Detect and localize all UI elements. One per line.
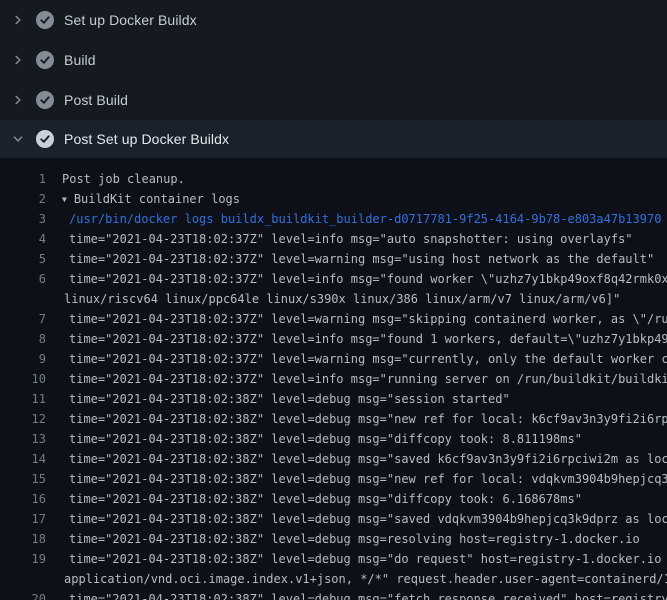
group-expand-triangle-icon: ▼ bbox=[62, 190, 67, 209]
step-label: Post Set up Docker Buildx bbox=[64, 131, 229, 147]
log-text: time="2021-04-23T18:02:37Z" level=info m… bbox=[69, 269, 667, 289]
line-number[interactable]: 3 bbox=[0, 209, 46, 229]
log-text: time="2021-04-23T18:02:37Z" level=info m… bbox=[69, 229, 633, 249]
log-row: 5 time="2021-04-23T18:02:37Z" level=warni… bbox=[0, 249, 667, 269]
line-number[interactable]: 17 bbox=[0, 509, 46, 529]
line-number[interactable]: 18 bbox=[0, 529, 46, 549]
log-row-continuation: linux/riscv64 linux/ppc64le linux/s390x … bbox=[0, 289, 667, 309]
chevron-right-icon bbox=[12, 54, 24, 66]
log-row: 1 Post job cleanup. bbox=[0, 169, 667, 189]
log-group-toggle: ▼ BuildKit container logs bbox=[62, 189, 240, 209]
line-number[interactable]: 8 bbox=[0, 329, 46, 349]
log-row: 19 time="2021-04-23T18:02:38Z" level=debu… bbox=[0, 549, 667, 569]
log-text: linux/riscv64 linux/ppc64le linux/s390x … bbox=[64, 289, 620, 309]
log-text: time="2021-04-23T18:02:38Z" level=debug … bbox=[69, 449, 667, 469]
log-row: 17 time="2021-04-23T18:02:38Z" level=debu… bbox=[0, 509, 667, 529]
line-number[interactable]: 10 bbox=[0, 369, 46, 389]
line-number[interactable]: 16 bbox=[0, 489, 46, 509]
log-text: time="2021-04-23T18:02:38Z" level=debug … bbox=[69, 549, 667, 569]
log-row: 11 time="2021-04-23T18:02:38Z" level=debu… bbox=[0, 389, 667, 409]
step-row-post-set-up-docker-buildx[interactable]: Post Set up Docker Buildx bbox=[0, 120, 667, 158]
line-number[interactable]: 14 bbox=[0, 449, 46, 469]
log-command-text: /usr/bin/docker logs buildx_buildkit_bui… bbox=[69, 209, 661, 229]
log-row: 7 time="2021-04-23T18:02:37Z" level=warni… bbox=[0, 309, 667, 329]
line-number[interactable]: 2 bbox=[0, 189, 46, 209]
log-row: 16 time="2021-04-23T18:02:38Z" level=debu… bbox=[0, 489, 667, 509]
success-check-circle-icon bbox=[36, 91, 54, 109]
chevron-right-icon bbox=[12, 94, 24, 106]
log-row: 3/usr/bin/docker logs buildx_buildkit_bu… bbox=[0, 209, 667, 229]
log-text: time="2021-04-23T18:02:38Z" level=debug … bbox=[69, 469, 667, 489]
log-row: 13 time="2021-04-23T18:02:38Z" level=debu… bbox=[0, 429, 667, 449]
log-text: time="2021-04-23T18:02:38Z" level=debug … bbox=[69, 589, 667, 600]
chevron-right-icon bbox=[12, 14, 24, 26]
line-number[interactable]: 13 bbox=[0, 429, 46, 449]
steps-list: Set up Docker Buildx Build Post Build Post … bbox=[0, 0, 667, 158]
log-row-continuation: application/vnd.oci.image.index.v1+json,… bbox=[0, 569, 667, 589]
step-label: Build bbox=[64, 52, 96, 68]
line-number[interactable]: 4 bbox=[0, 229, 46, 249]
log-text: time="2021-04-23T18:02:38Z" level=debug … bbox=[69, 529, 640, 549]
log-text: time="2021-04-23T18:02:38Z" level=debug … bbox=[69, 429, 582, 449]
log-row: 15 time="2021-04-23T18:02:38Z" level=debu… bbox=[0, 469, 667, 489]
log-row: 12 time="2021-04-23T18:02:38Z" level=debu… bbox=[0, 409, 667, 429]
line-number[interactable]: 20 bbox=[0, 589, 46, 600]
line-number[interactable]: 9 bbox=[0, 349, 46, 369]
success-check-circle-icon bbox=[36, 51, 54, 69]
line-number[interactable]: 19 bbox=[0, 549, 46, 569]
success-check-circle-icon bbox=[36, 130, 54, 148]
log-row: 6 time="2021-04-23T18:02:37Z" level=info … bbox=[0, 269, 667, 289]
log-text: time="2021-04-23T18:02:37Z" level=info m… bbox=[69, 329, 667, 349]
log-panel: 1 Post job cleanup. 2 ▼ BuildKit container l… bbox=[0, 158, 667, 600]
step-row-set-up-docker-buildx[interactable]: Set up Docker Buildx bbox=[0, 0, 667, 40]
log-row[interactable]: 2 ▼ BuildKit container logs bbox=[0, 189, 667, 209]
step-label: Post Build bbox=[64, 92, 128, 108]
log-text: time="2021-04-23T18:02:37Z" level=warnin… bbox=[69, 349, 667, 369]
log-row: 8 time="2021-04-23T18:02:37Z" level=info … bbox=[0, 329, 667, 349]
log-text: time="2021-04-23T18:02:37Z" level=warnin… bbox=[69, 309, 667, 329]
line-number[interactable]: 12 bbox=[0, 409, 46, 429]
log-row: 20 time="2021-04-23T18:02:38Z" level=debu… bbox=[0, 589, 667, 600]
line-number[interactable]: 11 bbox=[0, 389, 46, 409]
line-number[interactable]: 1 bbox=[0, 169, 46, 189]
log-text: time="2021-04-23T18:02:38Z" level=debug … bbox=[69, 389, 510, 409]
log-text: time="2021-04-23T18:02:37Z" level=warnin… bbox=[69, 249, 654, 269]
log-text: time="2021-04-23T18:02:37Z" level=info m… bbox=[69, 369, 667, 389]
log-text: time="2021-04-23T18:02:38Z" level=debug … bbox=[69, 409, 667, 429]
log-row: 9 time="2021-04-23T18:02:37Z" level=warni… bbox=[0, 349, 667, 369]
log-text: application/vnd.oci.image.index.v1+json,… bbox=[64, 569, 667, 589]
step-row-post-build[interactable]: Post Build bbox=[0, 80, 667, 120]
log-text: time="2021-04-23T18:02:38Z" level=debug … bbox=[69, 509, 667, 529]
step-label: Set up Docker Buildx bbox=[64, 12, 197, 28]
actions-log-viewer: Set up Docker Buildx Build Post Build Post … bbox=[0, 0, 667, 600]
log-row: 4 time="2021-04-23T18:02:37Z" level=info … bbox=[0, 229, 667, 249]
success-check-circle-icon bbox=[36, 11, 54, 29]
line-number[interactable]: 15 bbox=[0, 469, 46, 489]
log-row: 14 time="2021-04-23T18:02:38Z" level=debu… bbox=[0, 449, 667, 469]
log-row: 18 time="2021-04-23T18:02:38Z" level=debu… bbox=[0, 529, 667, 549]
chevron-down-icon bbox=[12, 133, 24, 145]
line-number[interactable]: 5 bbox=[0, 249, 46, 269]
line-number[interactable]: 6 bbox=[0, 269, 46, 289]
step-row-build[interactable]: Build bbox=[0, 40, 667, 80]
line-number[interactable]: 7 bbox=[0, 309, 46, 329]
log-text: Post job cleanup. bbox=[62, 169, 185, 189]
log-text: time="2021-04-23T18:02:38Z" level=debug … bbox=[69, 489, 582, 509]
log-row: 10 time="2021-04-23T18:02:37Z" level=info… bbox=[0, 369, 667, 389]
log-group-title: BuildKit container logs bbox=[74, 192, 240, 206]
